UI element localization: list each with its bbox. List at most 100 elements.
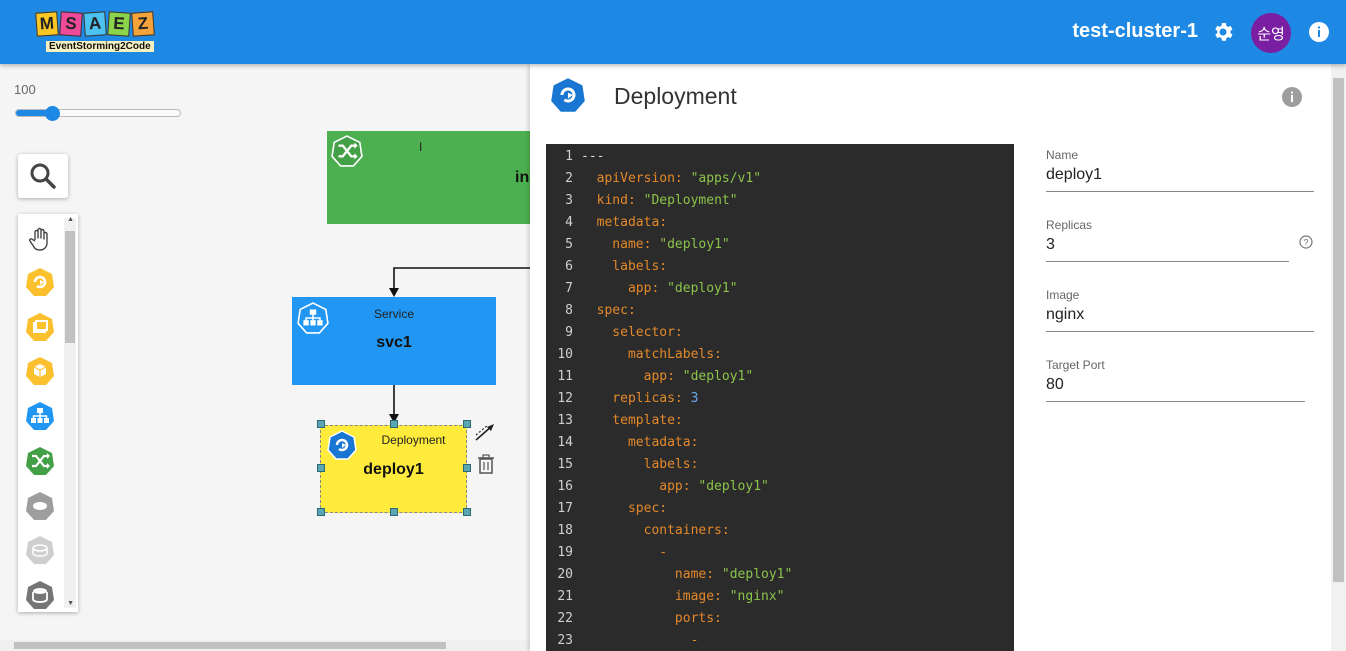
info-icon[interactable] [1308, 21, 1330, 43]
logo-letter: E [107, 11, 131, 37]
node-type-label: Deployment [381, 433, 446, 447]
line-number: 18 [557, 523, 573, 538]
field-target-port: Target Port 80 [1046, 358, 1305, 402]
edge-ingress-service [393, 267, 530, 288]
resize-handle[interactable] [317, 508, 325, 516]
line-number: 6 [565, 259, 573, 274]
code-line: 22 ports: [546, 611, 1014, 633]
code-line: 8 spec: [546, 303, 1014, 325]
settings-gear-icon[interactable] [1211, 20, 1235, 44]
code-line: 12 replicas: 3 [546, 391, 1014, 413]
panel-scrollbar[interactable] [1331, 64, 1346, 651]
resize-handle[interactable] [390, 508, 398, 516]
code-text: containers: [581, 523, 730, 538]
code-text: - [581, 545, 668, 560]
code-line: 9 selector: [546, 325, 1014, 347]
field-input[interactable]: 80 [1046, 376, 1305, 402]
field-input[interactable]: deploy1 [1046, 166, 1314, 192]
node-name-label: in [515, 169, 530, 186]
field-replicas: Replicas 3 [1046, 218, 1289, 262]
deployment-node[interactable]: Deployment deploy1 [320, 425, 467, 513]
resize-handle[interactable] [463, 420, 471, 428]
logo-subtitle: EventStorming2Code [46, 41, 154, 52]
panel-title: Deployment [614, 83, 737, 109]
line-number: 22 [557, 611, 573, 626]
code-line: 18 containers: [546, 523, 1014, 545]
node-name-label: deploy1 [363, 461, 424, 478]
code-text: selector: [581, 325, 683, 340]
code-line: 13 template: [546, 413, 1014, 435]
node-type-label: I [419, 140, 423, 154]
code-line: 10 matchLabels: [546, 347, 1014, 369]
line-number: 13 [557, 413, 573, 428]
field-input[interactable]: 3 [1046, 236, 1289, 262]
ingress-node[interactable]: I in [327, 131, 530, 224]
node-type-label: Service [373, 307, 414, 321]
field-name: Name deploy1 [1046, 148, 1314, 192]
code-text: - [581, 633, 699, 648]
code-text: matchLabels: [581, 347, 722, 362]
line-number: 9 [565, 325, 573, 340]
property-panel: Deployment 1 --- 2 apiVersion: "apps/v1" 3 … [530, 64, 1346, 651]
canvas-horizontal-scrollbar[interactable] [0, 640, 530, 651]
code-text: name: "deploy1" [581, 237, 730, 252]
msaez-logo[interactable]: MSAEZ EventStorming2Code [35, 11, 168, 54]
line-number: 23 [557, 633, 573, 648]
code-text: metadata: [581, 435, 699, 450]
line-number: 17 [557, 501, 573, 516]
line-number: 11 [557, 369, 573, 384]
code-line: 19 - [546, 545, 1014, 567]
logo-letter: Z [131, 11, 155, 37]
delete-trash-icon[interactable] [476, 453, 496, 480]
resize-handle[interactable] [463, 464, 471, 472]
field-input[interactable]: nginx [1046, 306, 1314, 332]
node-name-label: svc1 [376, 334, 412, 351]
line-number: 14 [557, 435, 573, 450]
code-text: spec: [581, 303, 636, 318]
connect-arrow-icon[interactable] [474, 422, 496, 449]
code-line: 4 metadata: [546, 215, 1014, 237]
panel-info-icon[interactable] [1281, 86, 1303, 108]
field-image: Image nginx [1046, 288, 1314, 332]
line-number: 1 [565, 149, 573, 164]
code-text: spec: [581, 501, 668, 516]
code-text: --- [581, 149, 605, 164]
panel-scroll-thumb[interactable] [1333, 78, 1344, 582]
code-line: 15 labels: [546, 457, 1014, 479]
modeling-canvas[interactable]: 100 ▲ ▼ I in Service svc1 Deployment dep… [0, 64, 530, 651]
help-circle-icon[interactable]: ? [1299, 235, 1313, 254]
code-line: 20 name: "deploy1" [546, 567, 1014, 589]
edge-arrowhead [389, 288, 399, 297]
resize-handle[interactable] [390, 420, 398, 428]
resize-handle[interactable] [317, 420, 325, 428]
line-number: 5 [565, 237, 573, 252]
code-text: apiVersion: "apps/v1" [581, 171, 762, 186]
resize-handle[interactable] [317, 464, 325, 472]
deployment-icon [551, 78, 585, 112]
code-line: 21 image: "nginx" [546, 589, 1014, 611]
code-line: 1 --- [546, 149, 1014, 171]
code-line: 14 metadata: [546, 435, 1014, 457]
logo-letter: M [35, 11, 59, 37]
horizontal-scroll-thumb[interactable] [14, 642, 446, 649]
yaml-code-editor[interactable]: 1 --- 2 apiVersion: "apps/v1" 3 kind: "Depl… [546, 144, 1014, 651]
line-number: 3 [565, 193, 573, 208]
code-text: labels: [581, 259, 668, 274]
line-number: 15 [557, 457, 573, 472]
line-number: 10 [557, 347, 573, 362]
cluster-name[interactable]: test-cluster-1 [1072, 20, 1198, 43]
code-text: app: "deploy1" [581, 369, 754, 384]
service-node[interactable]: Service svc1 [292, 297, 496, 385]
resize-handle[interactable] [463, 508, 471, 516]
code-text: name: "deploy1" [581, 567, 793, 582]
code-line: 17 spec: [546, 501, 1014, 523]
code-text: app: "deploy1" [581, 479, 769, 494]
code-line: 7 app: "deploy1" [546, 281, 1014, 303]
code-line: 6 labels: [546, 259, 1014, 281]
code-text: replicas: 3 [581, 391, 699, 406]
svg-text:?: ? [1303, 238, 1308, 248]
line-number: 4 [565, 215, 573, 230]
field-label: Name [1046, 148, 1079, 162]
code-line: 2 apiVersion: "apps/v1" [546, 171, 1014, 193]
user-avatar[interactable]: 순영 [1251, 13, 1291, 53]
